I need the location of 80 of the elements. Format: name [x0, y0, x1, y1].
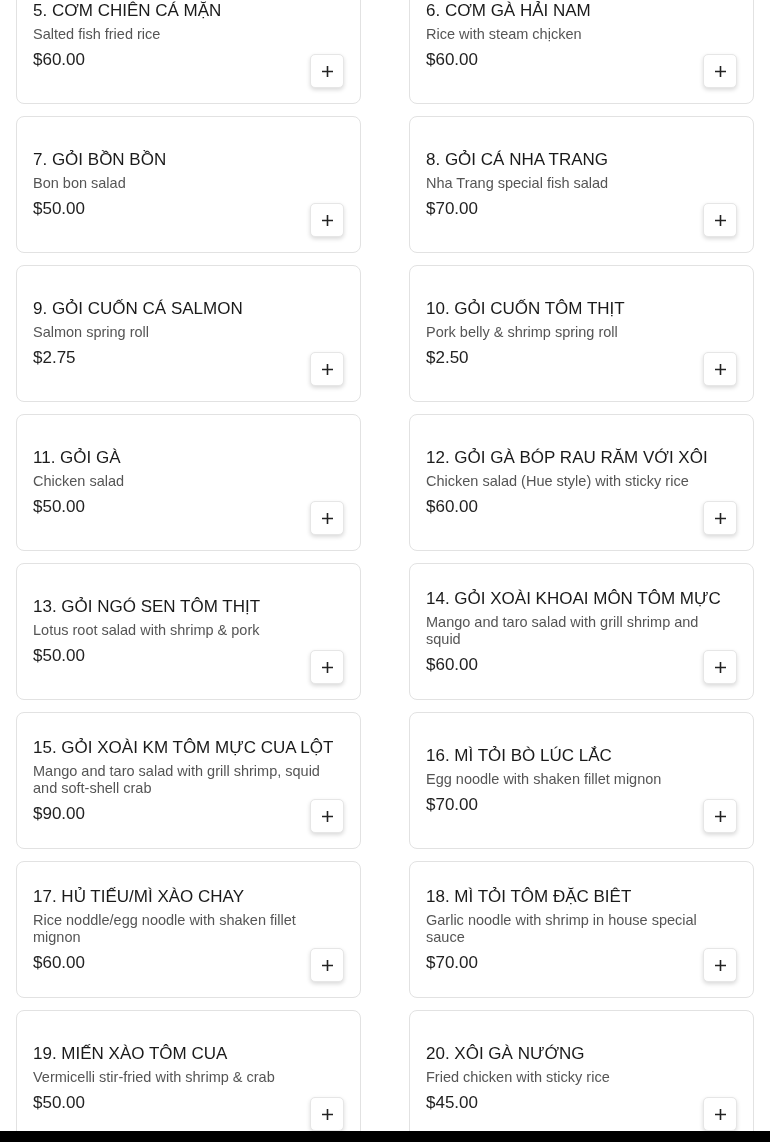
add-button[interactable] — [703, 799, 737, 833]
plus-icon — [714, 214, 726, 226]
item-description: Mango and taro salad with grill shrimp, squid and soft-shell crab — [33, 762, 321, 797]
item-price: $60.00 — [426, 496, 478, 518]
item-name: 20. XÔI GÀ NƯỚNG — [426, 1043, 586, 1065]
add-button[interactable] — [310, 54, 344, 88]
add-button[interactable] — [703, 203, 737, 237]
plus-icon — [714, 1108, 726, 1120]
add-button[interactable] — [310, 948, 344, 982]
item-price: $45.00 — [426, 1092, 478, 1114]
item-name: 16. MÌ TỎI BÒ LÚC LẮC — [426, 745, 613, 767]
add-button[interactable] — [310, 1097, 344, 1131]
plus-icon — [714, 65, 726, 77]
plus-icon — [321, 1108, 333, 1120]
item-name: 7. GỎI BỒN BỒN — [33, 149, 168, 171]
item-description: Egg noodle with shaken fillet mignon — [426, 771, 663, 788]
item-description: Lotus root salad with shrimp & pork — [33, 622, 261, 639]
item-price: $50.00 — [33, 198, 85, 220]
add-button[interactable] — [310, 799, 344, 833]
item-description: Pork belly & shrimp spring roll — [426, 324, 619, 341]
add-button[interactable] — [310, 352, 344, 386]
add-button[interactable] — [703, 948, 737, 982]
item-price: $70.00 — [426, 794, 478, 816]
plus-icon — [321, 65, 333, 77]
plus-icon — [714, 810, 726, 822]
item-description: Salted fish fried rice — [33, 26, 162, 43]
item-price: $50.00 — [33, 496, 85, 518]
item-price: $50.00 — [33, 645, 85, 667]
item-price: $60.00 — [426, 653, 478, 676]
item-description: Chicken salad — [33, 473, 126, 490]
item-description: Salmon spring roll — [33, 324, 151, 341]
item-price: $60.00 — [426, 49, 478, 71]
item-description: Rice with steam chịcken — [426, 26, 583, 43]
item-name: 13. GỎI NGÓ SEN TÔM THỊT — [33, 596, 262, 618]
item-description: Bon bon salad — [33, 175, 127, 192]
plus-icon — [321, 214, 333, 226]
plus-icon — [321, 363, 333, 375]
item-name: 15. GỎI XOÀI KM TÔM MỰC CUA LỘT — [33, 736, 335, 759]
add-button[interactable] — [310, 650, 344, 684]
item-price: $50.00 — [33, 1092, 85, 1114]
add-button[interactable] — [703, 1097, 737, 1131]
item-price: $90.00 — [33, 802, 85, 825]
item-description: Vermicelli stir-fried with shrimp & crab — [33, 1069, 276, 1086]
plus-icon — [714, 512, 726, 524]
item-name: 11. GỎI GÀ — [33, 447, 122, 469]
item-name: 10. GỎI CUỐN TÔM THỊT — [426, 298, 626, 320]
item-name: 8. GỎI CÁ NHA TRANG — [426, 149, 609, 171]
plus-icon — [321, 512, 333, 524]
add-button[interactable] — [703, 352, 737, 386]
plus-icon — [321, 810, 333, 822]
item-description: Nha Trang special fish salad — [426, 175, 610, 192]
item-name: 19. MIẾN XÀO TÔM CUA — [33, 1043, 229, 1065]
add-button[interactable] — [703, 501, 737, 535]
item-price: $2.50 — [426, 347, 469, 369]
item-price: $70.00 — [426, 198, 478, 220]
add-button[interactable] — [310, 203, 344, 237]
item-description: Fried chicken with sticky rice — [426, 1069, 611, 1086]
add-button[interactable] — [703, 650, 737, 684]
item-name: 9. GỎI CUỐN CÁ SALMON — [33, 298, 244, 320]
plus-icon — [714, 661, 726, 673]
item-name: 12. GỎI GÀ BÓP RAU RĂM VỚI XÔI — [426, 447, 709, 469]
plus-icon — [714, 363, 726, 375]
item-description: Garlic noodle with shrimp in house special sauce — [426, 911, 698, 946]
item-price: $70.00 — [426, 951, 478, 974]
item-name: 6. CƠM GÀ HẢI NAM — [426, 0, 592, 22]
item-name: 5. CƠM CHIÊN CÁ MẶN — [33, 0, 223, 22]
item-description: Rice noddle/egg noodle with shaken fillet mignon — [33, 911, 297, 946]
plus-icon — [714, 959, 726, 971]
item-name: 17. HỦ TIẾU/MÌ XÀO CHAY — [33, 885, 245, 908]
plus-icon — [321, 959, 333, 971]
item-description: Chicken salad (Hue style) with sticky rice — [426, 473, 690, 490]
item-name: 14. GỎI XOÀI KHOAI MÔN TÔM MỰC — [426, 587, 722, 610]
add-button[interactable] — [703, 54, 737, 88]
add-button[interactable] — [310, 501, 344, 535]
item-price: $60.00 — [33, 951, 85, 974]
plus-icon — [321, 661, 333, 673]
item-name: 18. MÌ TỎI TÔM ĐẶC BIÊT — [426, 885, 633, 908]
item-price: $60.00 — [33, 49, 85, 71]
item-price: $2.75 — [33, 347, 76, 369]
item-description: Mango and taro salad with grill shrimp and squid — [426, 613, 700, 648]
